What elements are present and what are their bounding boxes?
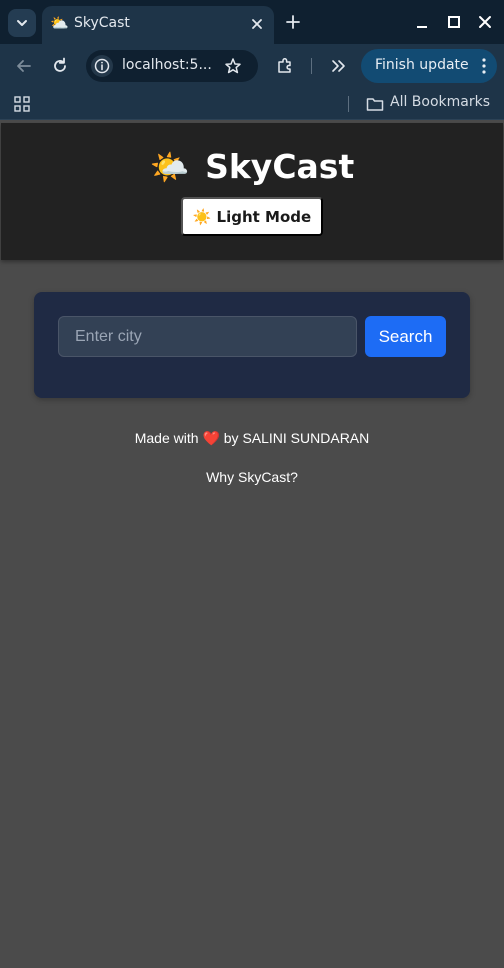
- tab-search-button[interactable]: [8, 9, 36, 37]
- sun-icon: ☀️: [192, 207, 212, 226]
- close-window-icon[interactable]: [476, 13, 494, 31]
- finish-update-button[interactable]: Finish update: [361, 49, 497, 83]
- back-arrow-icon[interactable]: [14, 56, 34, 76]
- page-viewport: 🌤️ SkyCast ☀️ Light Mode Search Made wit…: [1, 123, 503, 968]
- toolbar-divider: [311, 58, 312, 74]
- sun-cloud-logo-icon: 🌤️: [149, 148, 190, 186]
- site-info-button[interactable]: [91, 55, 113, 77]
- extensions-puzzle-icon[interactable]: [275, 56, 295, 76]
- maximize-window-icon[interactable]: [445, 13, 463, 31]
- chevron-double-right-icon[interactable]: [328, 56, 348, 76]
- address-bar[interactable]: localhost:5...: [86, 50, 258, 82]
- apps-grid-icon[interactable]: [14, 96, 30, 112]
- why-skycast-link[interactable]: Why SkyCast?: [1, 469, 503, 485]
- theme-toggle-label: Light Mode: [216, 207, 312, 226]
- reload-icon[interactable]: [50, 56, 70, 76]
- site-brand: 🌤️ SkyCast: [1, 145, 503, 189]
- tab-favicon-icon: ⛅: [50, 14, 69, 32]
- address-url[interactable]: localhost:5...: [122, 57, 212, 73]
- theme-toggle-button[interactable]: ☀️ Light Mode: [181, 197, 323, 236]
- credits-text: Made with ❤️ by SALINI SUNDARAN: [1, 430, 503, 447]
- tab-title: SkyCast: [74, 15, 130, 31]
- browser-toolbar: localhost:5... Finish update: [0, 44, 504, 88]
- credits-prefix: Made with: [134, 430, 199, 446]
- search-card: Search: [34, 292, 470, 398]
- bookmarks-bar: All Bookmarks: [0, 88, 504, 120]
- credits-author: by SALINI SUNDARAN: [223, 430, 370, 446]
- heart-icon: ❤️: [202, 430, 220, 446]
- finish-update-label: Finish update: [375, 57, 469, 73]
- city-search-input[interactable]: [58, 316, 357, 357]
- chevron-down-icon: [17, 20, 27, 26]
- active-tab[interactable]: ⛅ SkyCast: [42, 6, 274, 44]
- site-title: SkyCast: [205, 147, 355, 186]
- bookmarks-divider: [348, 96, 349, 112]
- site-header: 🌤️ SkyCast ☀️ Light Mode: [1, 123, 503, 260]
- new-tab-icon[interactable]: [282, 11, 304, 33]
- info-icon: [94, 58, 110, 74]
- all-bookmarks-link[interactable]: All Bookmarks: [390, 94, 490, 110]
- close-tab-icon[interactable]: [248, 15, 266, 33]
- search-button[interactable]: Search: [365, 316, 446, 357]
- browser-tab-strip: ⛅ SkyCast: [0, 0, 504, 44]
- more-vertical-icon: [482, 58, 486, 74]
- folder-icon[interactable]: [366, 96, 384, 112]
- minimize-window-icon[interactable]: [413, 13, 431, 31]
- bookmark-star-icon[interactable]: [224, 57, 242, 75]
